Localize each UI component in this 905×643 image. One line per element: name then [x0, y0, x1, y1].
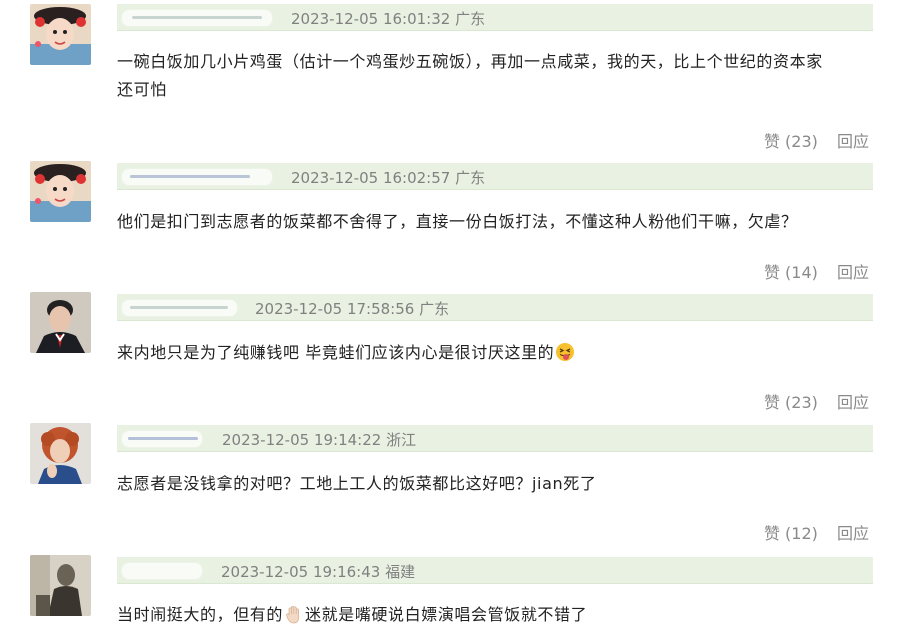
- comment-meta-bar: 2023-12-05 17:58:56 广东: [117, 294, 873, 321]
- reply-button[interactable]: 回应: [837, 524, 869, 543]
- username-blurred[interactable]: [121, 9, 273, 27]
- reply-button[interactable]: 回应: [837, 132, 869, 151]
- comment-timestamp: 2023-12-05 19:14:22 浙江: [222, 431, 417, 449]
- raised-hand-icon: [284, 604, 304, 624]
- avatar[interactable]: [30, 4, 91, 65]
- like-button[interactable]: 赞 (14): [764, 263, 818, 282]
- username-blurred[interactable]: [121, 168, 273, 186]
- comment-meta-bar: 2023-12-05 16:01:32 广东: [117, 4, 873, 31]
- comment-text: 一碗白饭加几小片鸡蛋（估计一个鸡蛋炒五碗饭），再加一点咸菜，我的天，比上个世纪的…: [117, 52, 823, 99]
- comment-meta-bar: 2023-12-05 19:14:22 浙江: [117, 425, 873, 452]
- avatar[interactable]: [30, 555, 91, 616]
- username-blurred[interactable]: [121, 562, 203, 580]
- comment-timestamp: 2023-12-05 16:02:57 广东: [291, 169, 486, 187]
- comment-actions: 赞 (14) 回应: [750, 259, 869, 283]
- comment-timestamp: 2023-12-05 19:16:43 福建: [221, 563, 416, 581]
- avatar[interactable]: [30, 161, 91, 222]
- like-button[interactable]: 赞 (23): [764, 132, 818, 151]
- comment-timestamp: 2023-12-05 16:01:32 广东: [291, 10, 486, 28]
- comment-timestamp: 2023-12-05 17:58:56 广东: [255, 300, 450, 318]
- username-blurred[interactable]: [121, 430, 203, 448]
- comment-text: 志愿者是没钱拿的对吧？工地上工人的饭菜都比这好吧？jian死了: [117, 474, 597, 493]
- avatar[interactable]: [30, 292, 91, 353]
- comment-meta-bar: 2023-12-05 19:16:43 福建: [117, 557, 873, 584]
- comment-text: 他们是扣门到志愿者的饭菜都不舍得了，直接一份白饭打法，不懂这种人粉他们干嘛，欠虐…: [117, 212, 798, 231]
- reply-button[interactable]: 回应: [837, 263, 869, 282]
- comment-actions: 赞 (12) 回应: [750, 520, 869, 544]
- comment-actions: 赞 (23) 回应: [750, 389, 869, 413]
- username-blurred[interactable]: [121, 299, 238, 317]
- tongue-out-face-icon: [555, 342, 575, 362]
- avatar[interactable]: [30, 423, 91, 484]
- comment-text: 当时闹挺大的，但有的 迷就是嘴硬说白嫖演唱会管饭就不错了: [117, 604, 588, 624]
- comment-text: 来内地只是为了纯赚钱吧 毕竟蛙们应该内心是很讨厌这里的: [117, 339, 873, 367]
- comment-meta-bar: 2023-12-05 16:02:57 广东: [117, 163, 873, 190]
- comment-actions: 赞 (23) 回应: [750, 128, 869, 152]
- reply-button[interactable]: 回应: [837, 393, 869, 412]
- like-button[interactable]: 赞 (23): [764, 393, 818, 412]
- like-button[interactable]: 赞 (12): [764, 524, 818, 543]
